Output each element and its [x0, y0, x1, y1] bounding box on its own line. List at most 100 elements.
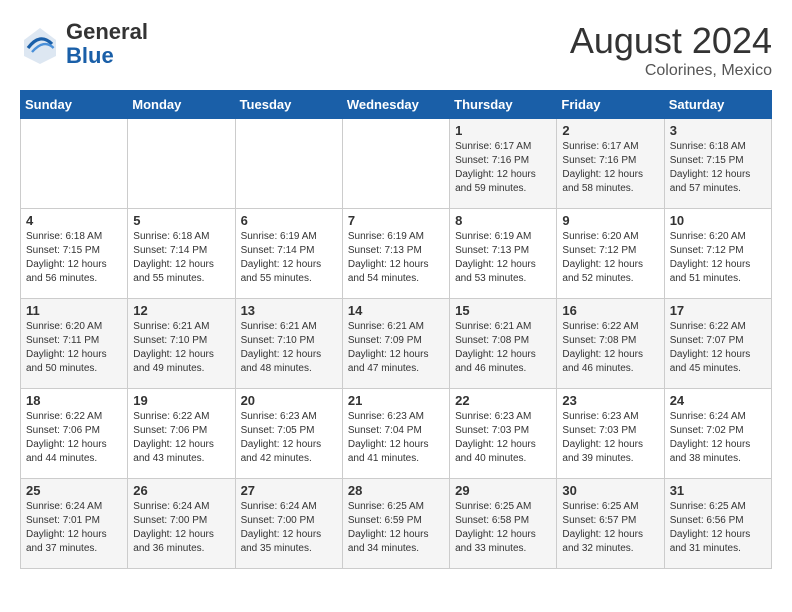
week-row-4: 18Sunrise: 6:22 AM Sunset: 7:06 PM Dayli…	[21, 389, 772, 479]
day-number: 15	[455, 303, 551, 318]
day-number: 24	[670, 393, 766, 408]
week-row-1: 1Sunrise: 6:17 AM Sunset: 7:16 PM Daylig…	[21, 119, 772, 209]
day-info: Sunrise: 6:23 AM Sunset: 7:05 PM Dayligh…	[241, 410, 337, 466]
day-number: 25	[26, 483, 122, 498]
weekday-header-row: SundayMondayTuesdayWednesdayThursdayFrid…	[21, 91, 772, 119]
day-number: 17	[670, 303, 766, 318]
day-number: 16	[562, 303, 658, 318]
title-block: August 2024 Colorines, Mexico	[570, 20, 772, 80]
day-number: 28	[348, 483, 444, 498]
weekday-saturday: Saturday	[664, 91, 771, 119]
weekday-sunday: Sunday	[21, 91, 128, 119]
day-cell: 2Sunrise: 6:17 AM Sunset: 7:16 PM Daylig…	[557, 119, 664, 209]
day-info: Sunrise: 6:18 AM Sunset: 7:15 PM Dayligh…	[26, 230, 122, 286]
day-number: 21	[348, 393, 444, 408]
day-number: 23	[562, 393, 658, 408]
day-info: Sunrise: 6:18 AM Sunset: 7:14 PM Dayligh…	[133, 230, 229, 286]
logo-text: General Blue	[66, 20, 148, 68]
day-cell: 24 Sunrise: 6:24 AM Sunset: 7:02 PM Dayli…	[664, 389, 771, 479]
day-cell: 29Sunrise: 6:25 AM Sunset: 6:58 PM Dayli…	[450, 479, 557, 569]
calendar-header: SundayMondayTuesdayWednesdayThursdayFrid…	[21, 91, 772, 119]
day-info: Sunrise: 6:20 AM Sunset: 7:12 PM Dayligh…	[562, 230, 658, 286]
day-cell: 22Sunrise: 6:23 AM Sunset: 7:03 PM Dayli…	[450, 389, 557, 479]
week-row-3: 11Sunrise: 6:20 AM Sunset: 7:11 PM Dayli…	[21, 299, 772, 389]
day-info: Sunrise: 6:19 AM Sunset: 7:13 PM Dayligh…	[455, 230, 551, 286]
day-cell: 19 Sunrise: 6:22 AM Sunset: 7:06 PM Dayli…	[128, 389, 235, 479]
day-number: 9	[562, 213, 658, 228]
day-info: Sunrise: 6:22 AM Sunset: 7:07 PM Dayligh…	[670, 320, 766, 376]
calendar-body: 1Sunrise: 6:17 AM Sunset: 7:16 PM Daylig…	[21, 119, 772, 569]
page-header: General Blue August 2024 Colorines, Mexi…	[20, 20, 772, 80]
day-cell: 17 Sunrise: 6:22 AM Sunset: 7:07 PM Dayli…	[664, 299, 771, 389]
day-info: Sunrise: 6:22 AM Sunset: 7:08 PM Dayligh…	[562, 320, 658, 376]
day-info: Sunrise: 6:24 AM Sunset: 7:02 PM Dayligh…	[670, 410, 766, 466]
location: Colorines, Mexico	[570, 62, 772, 80]
day-number: 27	[241, 483, 337, 498]
day-cell: 6Sunrise: 6:19 AM Sunset: 7:14 PM Daylig…	[235, 209, 342, 299]
day-info: Sunrise: 6:25 AM Sunset: 6:59 PM Dayligh…	[348, 500, 444, 556]
day-info: Sunrise: 6:21 AM Sunset: 7:10 PM Dayligh…	[241, 320, 337, 376]
day-number: 8	[455, 213, 551, 228]
day-info: Sunrise: 6:18 AM Sunset: 7:15 PM Dayligh…	[670, 140, 766, 196]
day-cell: 9 Sunrise: 6:20 AM Sunset: 7:12 PM Daylig…	[557, 209, 664, 299]
day-cell	[128, 119, 235, 209]
day-info: Sunrise: 6:24 AM Sunset: 7:01 PM Dayligh…	[26, 500, 122, 556]
day-info: Sunrise: 6:25 AM Sunset: 6:57 PM Dayligh…	[562, 500, 658, 556]
day-cell: 12 Sunrise: 6:21 AM Sunset: 7:10 PM Dayli…	[128, 299, 235, 389]
day-info: Sunrise: 6:24 AM Sunset: 7:00 PM Dayligh…	[241, 500, 337, 556]
day-info: Sunrise: 6:24 AM Sunset: 7:00 PM Dayligh…	[133, 500, 229, 556]
day-number: 12	[133, 303, 229, 318]
day-number: 3	[670, 123, 766, 138]
day-info: Sunrise: 6:17 AM Sunset: 7:16 PM Dayligh…	[455, 140, 551, 196]
day-cell: 14 Sunrise: 6:21 AM Sunset: 7:09 PM Dayli…	[342, 299, 449, 389]
day-cell	[235, 119, 342, 209]
weekday-wednesday: Wednesday	[342, 91, 449, 119]
day-cell: 5Sunrise: 6:18 AM Sunset: 7:14 PM Daylig…	[128, 209, 235, 299]
day-number: 30	[562, 483, 658, 498]
day-info: Sunrise: 6:23 AM Sunset: 7:04 PM Dayligh…	[348, 410, 444, 466]
day-cell	[21, 119, 128, 209]
day-cell: 8 Sunrise: 6:19 AM Sunset: 7:13 PM Daylig…	[450, 209, 557, 299]
day-number: 4	[26, 213, 122, 228]
day-cell: 30 Sunrise: 6:25 AM Sunset: 6:57 PM Dayli…	[557, 479, 664, 569]
day-cell: 23 Sunrise: 6:23 AM Sunset: 7:03 PM Dayli…	[557, 389, 664, 479]
day-number: 2	[562, 123, 658, 138]
day-info: Sunrise: 6:25 AM Sunset: 6:58 PM Dayligh…	[455, 500, 551, 556]
day-info: Sunrise: 6:21 AM Sunset: 7:09 PM Dayligh…	[348, 320, 444, 376]
day-cell: 27 Sunrise: 6:24 AM Sunset: 7:00 PM Dayli…	[235, 479, 342, 569]
day-info: Sunrise: 6:23 AM Sunset: 7:03 PM Dayligh…	[562, 410, 658, 466]
day-cell: 31 Sunrise: 6:25 AM Sunset: 6:56 PM Dayli…	[664, 479, 771, 569]
day-cell: 25 Sunrise: 6:24 AM Sunset: 7:01 PM Dayli…	[21, 479, 128, 569]
day-info: Sunrise: 6:25 AM Sunset: 6:56 PM Dayligh…	[670, 500, 766, 556]
week-row-5: 25 Sunrise: 6:24 AM Sunset: 7:01 PM Dayli…	[21, 479, 772, 569]
day-info: Sunrise: 6:21 AM Sunset: 7:10 PM Dayligh…	[133, 320, 229, 376]
day-number: 26	[133, 483, 229, 498]
day-info: Sunrise: 6:20 AM Sunset: 7:12 PM Dayligh…	[670, 230, 766, 286]
day-cell: 18Sunrise: 6:22 AM Sunset: 7:06 PM Dayli…	[21, 389, 128, 479]
day-number: 31	[670, 483, 766, 498]
day-number: 19	[133, 393, 229, 408]
day-number: 14	[348, 303, 444, 318]
week-row-2: 4 Sunrise: 6:18 AM Sunset: 7:15 PM Daylig…	[21, 209, 772, 299]
day-number: 7	[348, 213, 444, 228]
day-cell: 26 Sunrise: 6:24 AM Sunset: 7:00 PM Dayli…	[128, 479, 235, 569]
logo: General Blue	[20, 20, 148, 68]
day-info: Sunrise: 6:22 AM Sunset: 7:06 PM Dayligh…	[133, 410, 229, 466]
day-cell: 10Sunrise: 6:20 AM Sunset: 7:12 PM Dayli…	[664, 209, 771, 299]
day-cell: 1Sunrise: 6:17 AM Sunset: 7:16 PM Daylig…	[450, 119, 557, 209]
weekday-tuesday: Tuesday	[235, 91, 342, 119]
day-cell: 11Sunrise: 6:20 AM Sunset: 7:11 PM Dayli…	[21, 299, 128, 389]
day-cell: 28 Sunrise: 6:25 AM Sunset: 6:59 PM Dayli…	[342, 479, 449, 569]
day-info: Sunrise: 6:23 AM Sunset: 7:03 PM Dayligh…	[455, 410, 551, 466]
day-cell: 13 Sunrise: 6:21 AM Sunset: 7:10 PM Dayli…	[235, 299, 342, 389]
logo-icon	[20, 24, 60, 64]
day-info: Sunrise: 6:20 AM Sunset: 7:11 PM Dayligh…	[26, 320, 122, 376]
day-cell: 20 Sunrise: 6:23 AM Sunset: 7:05 PM Dayli…	[235, 389, 342, 479]
day-number: 13	[241, 303, 337, 318]
day-cell: 4 Sunrise: 6:18 AM Sunset: 7:15 PM Daylig…	[21, 209, 128, 299]
day-number: 20	[241, 393, 337, 408]
day-cell: 15Sunrise: 6:21 AM Sunset: 7:08 PM Dayli…	[450, 299, 557, 389]
day-cell: 21 Sunrise: 6:23 AM Sunset: 7:04 PM Dayli…	[342, 389, 449, 479]
day-cell	[342, 119, 449, 209]
day-cell: 3 Sunrise: 6:18 AM Sunset: 7:15 PM Daylig…	[664, 119, 771, 209]
